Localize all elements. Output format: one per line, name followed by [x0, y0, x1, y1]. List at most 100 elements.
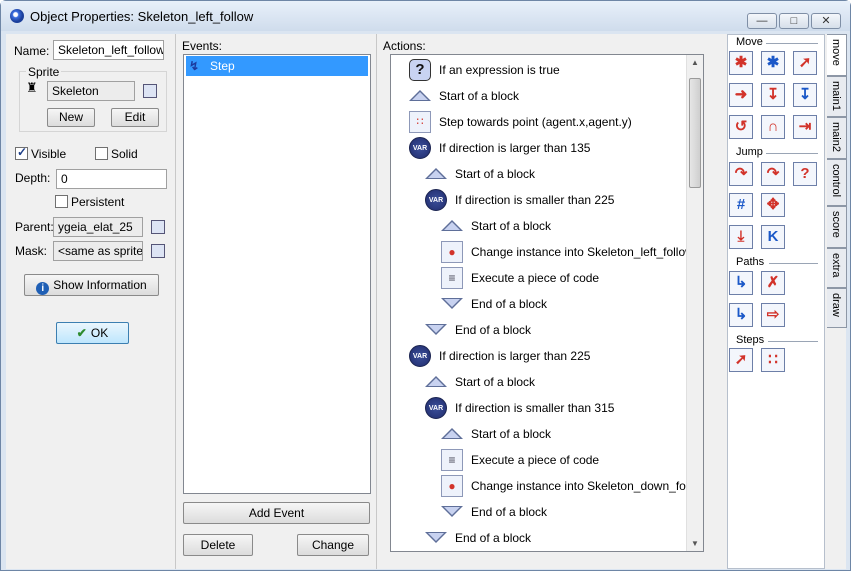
tab-control[interactable]: control	[827, 159, 847, 206]
path-position-icon[interactable]: ↳	[729, 303, 753, 327]
parent-menu-icon[interactable]	[151, 220, 165, 234]
depth-field[interactable]: 0	[56, 169, 167, 189]
scroll-up-icon[interactable]: ▲	[691, 58, 699, 67]
tab-extra[interactable]: extra	[827, 248, 847, 288]
mask-menu-icon[interactable]	[151, 244, 165, 258]
bounce-icon[interactable]: K	[761, 225, 785, 249]
end-block-icon	[441, 298, 463, 309]
move-contact-icon[interactable]: ⤓	[729, 225, 753, 249]
tab-main1-label: main1	[830, 81, 842, 111]
move-fixed-icon[interactable]: ✱	[729, 51, 753, 75]
event-step-item[interactable]: ↯ Step	[186, 56, 368, 76]
speed-horizontal-icon[interactable]: ➜	[729, 83, 753, 107]
sprite-icon: ♜	[26, 80, 38, 95]
tab-draw[interactable]: draw	[827, 288, 847, 328]
action-label: If direction is smaller than 315	[455, 401, 615, 415]
change-event-button[interactable]: Change	[297, 534, 369, 556]
end-block-icon	[425, 324, 447, 335]
divider-left	[175, 34, 176, 569]
visible-checkbox[interactable]	[15, 145, 28, 160]
delete-event-button[interactable]: Delete	[183, 534, 253, 556]
end-path-icon[interactable]: ✗	[761, 271, 785, 295]
speed-vertical-icon[interactable]: ↧	[761, 83, 785, 107]
events-list[interactable]: ↯ Step	[183, 54, 371, 494]
var-icon: VAR	[409, 345, 431, 367]
set-path-icon[interactable]: ↳	[729, 271, 753, 295]
window-title: Object Properties: Skeleton_left_follow	[30, 9, 254, 24]
jump-start-icon[interactable]: ↷	[761, 162, 785, 186]
step-towards-icon: ∷	[409, 111, 431, 133]
name-field[interactable]: Skeleton_left_follow	[53, 40, 164, 60]
info-icon: i	[36, 282, 50, 295]
events-label: Events:	[182, 39, 223, 53]
jump-random-icon[interactable]: ?	[793, 162, 817, 186]
action-label: End of a block	[471, 297, 548, 311]
group-move-label: Move	[736, 36, 763, 48]
sprite-menu-icon[interactable]	[143, 84, 157, 98]
action-label: If direction is larger than 135	[439, 141, 591, 155]
scroll-thumb[interactable]	[689, 78, 701, 188]
actions-scrollbar[interactable]: ▲ ▼	[686, 55, 703, 551]
tab-main1[interactable]: main1	[827, 76, 847, 117]
parent-field[interactable]: ygeia_elat_25	[53, 217, 143, 237]
name-label: Name:	[14, 44, 50, 58]
tab-move[interactable]: move	[827, 34, 847, 76]
parent-label: Parent:	[15, 220, 54, 234]
question-icon: ?	[409, 59, 431, 81]
action-label: Change instance into Skeleton_down_follo…	[471, 479, 704, 493]
group-paths-rule	[769, 263, 818, 264]
action-label: Start of a block	[455, 375, 536, 389]
sprite-field[interactable]: Skeleton	[47, 81, 135, 101]
path-speed-icon[interactable]: ⇨	[761, 303, 785, 327]
actions-list[interactable]: ? If an expression is true Start of a bloc…	[390, 54, 704, 552]
friction-icon[interactable]: ⇥	[793, 115, 817, 139]
group-jump-rule	[766, 153, 818, 154]
reverse-vertical-icon[interactable]: ∩	[761, 115, 785, 139]
action-label: End of a block	[471, 505, 548, 519]
start-block-icon	[425, 376, 447, 387]
tab-score-label: score	[830, 211, 842, 238]
event-step-label: Step	[210, 59, 235, 73]
show-information-label: Show Information	[53, 278, 147, 292]
tab-main2[interactable]: main2	[827, 117, 847, 159]
persistent-checkbox[interactable]	[55, 195, 68, 208]
scroll-down-icon[interactable]: ▼	[691, 539, 699, 548]
action-label: Execute a piece of code	[471, 453, 600, 467]
group-steps-rule	[768, 341, 818, 342]
move-towards-icon[interactable]: ➚	[793, 51, 817, 75]
reverse-horizontal-icon[interactable]: ↺	[729, 115, 753, 139]
solid-checkbox[interactable]	[95, 147, 108, 160]
new-sprite-button[interactable]: New	[47, 108, 95, 127]
minimize-button[interactable]: —	[747, 13, 777, 29]
move-free-icon[interactable]: ✱	[761, 51, 785, 75]
jump-position-icon[interactable]: ↷	[729, 162, 753, 186]
change-instance-icon: ●	[441, 241, 463, 263]
action-label: If direction is larger than 225	[439, 349, 591, 363]
start-block-icon	[441, 428, 463, 439]
step-avoiding-tool-icon[interactable]: ∷	[761, 348, 785, 372]
gravity-icon[interactable]: ↧	[793, 83, 817, 107]
step-towards-tool-icon[interactable]: ➚	[729, 348, 753, 372]
wrap-screen-icon[interactable]: ✥	[761, 193, 785, 217]
solid-label: Solid	[111, 147, 138, 161]
change-instance-icon: ●	[441, 475, 463, 497]
show-information-button[interactable]: i Show Information	[24, 274, 159, 296]
mask-field[interactable]: <same as sprite>	[53, 241, 143, 261]
add-event-button[interactable]: Add Event	[183, 502, 370, 524]
edit-sprite-button[interactable]: Edit	[111, 108, 159, 127]
code-icon: ≡	[441, 449, 463, 471]
tab-score[interactable]: score	[827, 206, 847, 248]
close-button[interactable]: ✕	[811, 13, 841, 29]
dialog-body: Name: Skeleton_left_follow Sprite ♜ Skel…	[6, 34, 847, 569]
ok-button[interactable]: ✔ OK	[56, 322, 129, 344]
maximize-button[interactable]: □	[779, 13, 809, 29]
end-block-icon	[441, 506, 463, 517]
action-label: Start of a block	[471, 219, 552, 233]
depth-label: Depth:	[15, 171, 51, 185]
group-jump-label: Jump	[736, 146, 763, 158]
action-label: Execute a piece of code	[471, 271, 600, 285]
snap-grid-icon[interactable]: #	[729, 193, 753, 217]
step-event-icon: ↯	[189, 59, 200, 73]
start-block-icon	[409, 90, 431, 101]
action-label: Start of a block	[439, 89, 520, 103]
